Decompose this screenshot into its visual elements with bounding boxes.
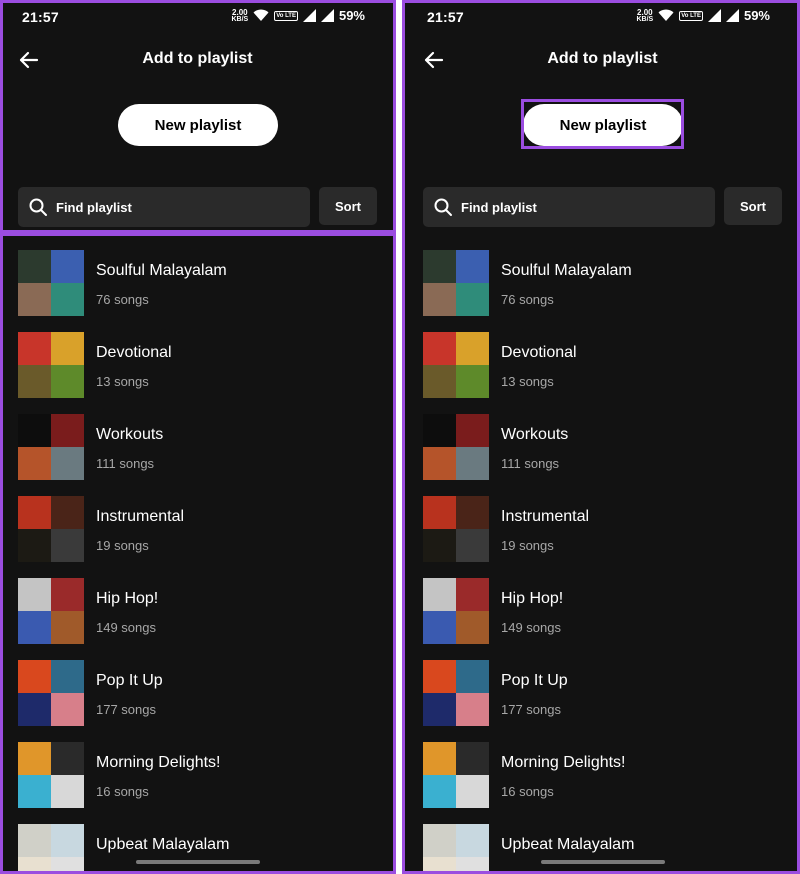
playlist-name: Soulful Malayalam [501, 262, 632, 279]
playlist-cover [423, 578, 489, 644]
signal-icon [320, 9, 334, 22]
find-playlist-input[interactable]: Find playlist [423, 187, 715, 227]
playlist-item[interactable]: Soulful Malayalam 76 songs [405, 250, 800, 316]
playlist-cover [18, 414, 84, 480]
playlist-cover [18, 742, 84, 808]
playlist-song-count: 149 songs [501, 620, 561, 635]
header: Add to playlist [405, 38, 800, 82]
playlist-item[interactable]: Workouts 111 songs [405, 414, 800, 480]
playlist-item[interactable]: Soulful Malayalam 76 songs [0, 250, 395, 316]
playlist-name: Pop It Up [96, 672, 163, 689]
playlist-name: Instrumental [501, 508, 590, 525]
signal-icon [707, 9, 721, 22]
volte-badge: Vo LTE [679, 10, 703, 21]
playlist-name: Workouts [501, 426, 569, 443]
find-playlist-input[interactable]: Find playlist [18, 187, 310, 227]
playlist-song-count: 16 songs [501, 784, 554, 799]
playlist-song-count: 13 songs [96, 374, 149, 389]
status-icons: 2.00 KB/S Vo LTE 59% [636, 8, 770, 23]
home-indicator[interactable] [541, 860, 665, 864]
screen-right: 21:57 2.00 KB/S Vo LTE 59% Add to playli… [405, 0, 800, 874]
playlist-item[interactable]: Morning Delights! 16 songs [405, 742, 800, 808]
playlist-item[interactable]: Hip Hop! 149 songs [0, 578, 395, 644]
playlist-item[interactable]: Instrumental 19 songs [0, 496, 395, 562]
playlist-name: Hip Hop! [96, 590, 159, 607]
search-placeholder: Find playlist [461, 199, 537, 215]
playlist-item[interactable]: Upbeat Malayalam [0, 824, 395, 874]
playlist-name: Soulful Malayalam [96, 262, 227, 279]
playlist-cover [18, 578, 84, 644]
playlist-name: Morning Delights! [96, 754, 221, 771]
playlist-item[interactable]: Workouts 111 songs [0, 414, 395, 480]
network-speed: 2.00 KB/S [231, 7, 249, 23]
playlist-song-count: 149 songs [96, 620, 156, 635]
network-speed: 2.00 KB/S [636, 7, 654, 23]
playlist-name: Workouts [96, 426, 164, 443]
search-icon [434, 198, 452, 216]
signal-icon [725, 9, 739, 22]
playlist-cover [423, 824, 489, 874]
playlist-cover [18, 824, 84, 874]
playlist-cover [423, 742, 489, 808]
status-icons: 2.00 KB/S Vo LTE 59% [231, 8, 365, 23]
sort-button[interactable]: Sort [319, 187, 377, 225]
playlist-cover [18, 250, 84, 316]
playlist-item[interactable]: Morning Delights! 16 songs [0, 742, 395, 808]
playlist-cover [423, 250, 489, 316]
playlist-item[interactable]: Pop It Up 177 songs [0, 660, 395, 726]
home-indicator[interactable] [136, 860, 260, 864]
playlist-cover [18, 496, 84, 562]
new-playlist-button[interactable]: New playlist [118, 104, 278, 146]
volte-badge: Vo LTE [274, 10, 298, 21]
playlist-name: Upbeat Malayalam [501, 836, 635, 853]
header: Add to playlist [0, 38, 395, 82]
playlist-song-count: 76 songs [501, 292, 554, 307]
playlist-name: Upbeat Malayalam [96, 836, 230, 853]
playlist-song-count: 19 songs [501, 538, 554, 553]
playlist-item[interactable]: Pop It Up 177 songs [405, 660, 800, 726]
playlist-song-count: 177 songs [96, 702, 156, 717]
page-title: Add to playlist [142, 50, 253, 67]
search-icon [29, 198, 47, 216]
playlist-name: Devotional [501, 344, 577, 361]
screen-left: 21:57 2.00 KB/S Vo LTE 59% Add to playli… [0, 0, 395, 874]
wifi-icon [253, 9, 269, 21]
battery-level: 59% [338, 8, 365, 23]
status-time: 21:57 [22, 9, 59, 25]
status-bar: 21:57 2.00 KB/S Vo LTE 59% [405, 0, 800, 34]
playlist-name: Morning Delights! [501, 754, 626, 771]
playlist-cover [423, 496, 489, 562]
wifi-icon [658, 9, 674, 21]
status-bar: 21:57 2.00 KB/S Vo LTE 59% [0, 0, 395, 34]
signal-icon [302, 9, 316, 22]
playlist-cover [423, 332, 489, 398]
battery-level: 59% [743, 8, 770, 23]
playlist-song-count: 13 songs [501, 374, 554, 389]
playlist-name: Devotional [96, 344, 172, 361]
playlist-cover [18, 660, 84, 726]
search-placeholder: Find playlist [56, 199, 132, 215]
playlist-item[interactable]: Devotional 13 songs [0, 332, 395, 398]
sort-button[interactable]: Sort [724, 187, 782, 225]
playlist-item[interactable]: Upbeat Malayalam [405, 824, 800, 874]
playlist-song-count: 76 songs [96, 292, 149, 307]
playlist-song-count: 111 songs [501, 456, 560, 471]
playlist-name: Pop It Up [501, 672, 568, 689]
playlist-name: Instrumental [96, 508, 185, 525]
playlist-item[interactable]: Hip Hop! 149 songs [405, 578, 800, 644]
playlist-cover [423, 660, 489, 726]
playlist-item[interactable]: Devotional 13 songs [405, 332, 800, 398]
playlist-item[interactable]: Instrumental 19 songs [405, 496, 800, 562]
playlist-cover [423, 414, 489, 480]
playlist-song-count: 19 songs [96, 538, 149, 553]
playlist-song-count: 16 songs [96, 784, 149, 799]
playlist-cover [18, 332, 84, 398]
page-title: Add to playlist [547, 50, 658, 67]
playlist-song-count: 111 songs [96, 456, 155, 471]
status-time: 21:57 [427, 9, 464, 25]
playlist-song-count: 177 songs [501, 702, 561, 717]
new-playlist-button[interactable]: New playlist [523, 104, 683, 146]
playlist-name: Hip Hop! [501, 590, 564, 607]
